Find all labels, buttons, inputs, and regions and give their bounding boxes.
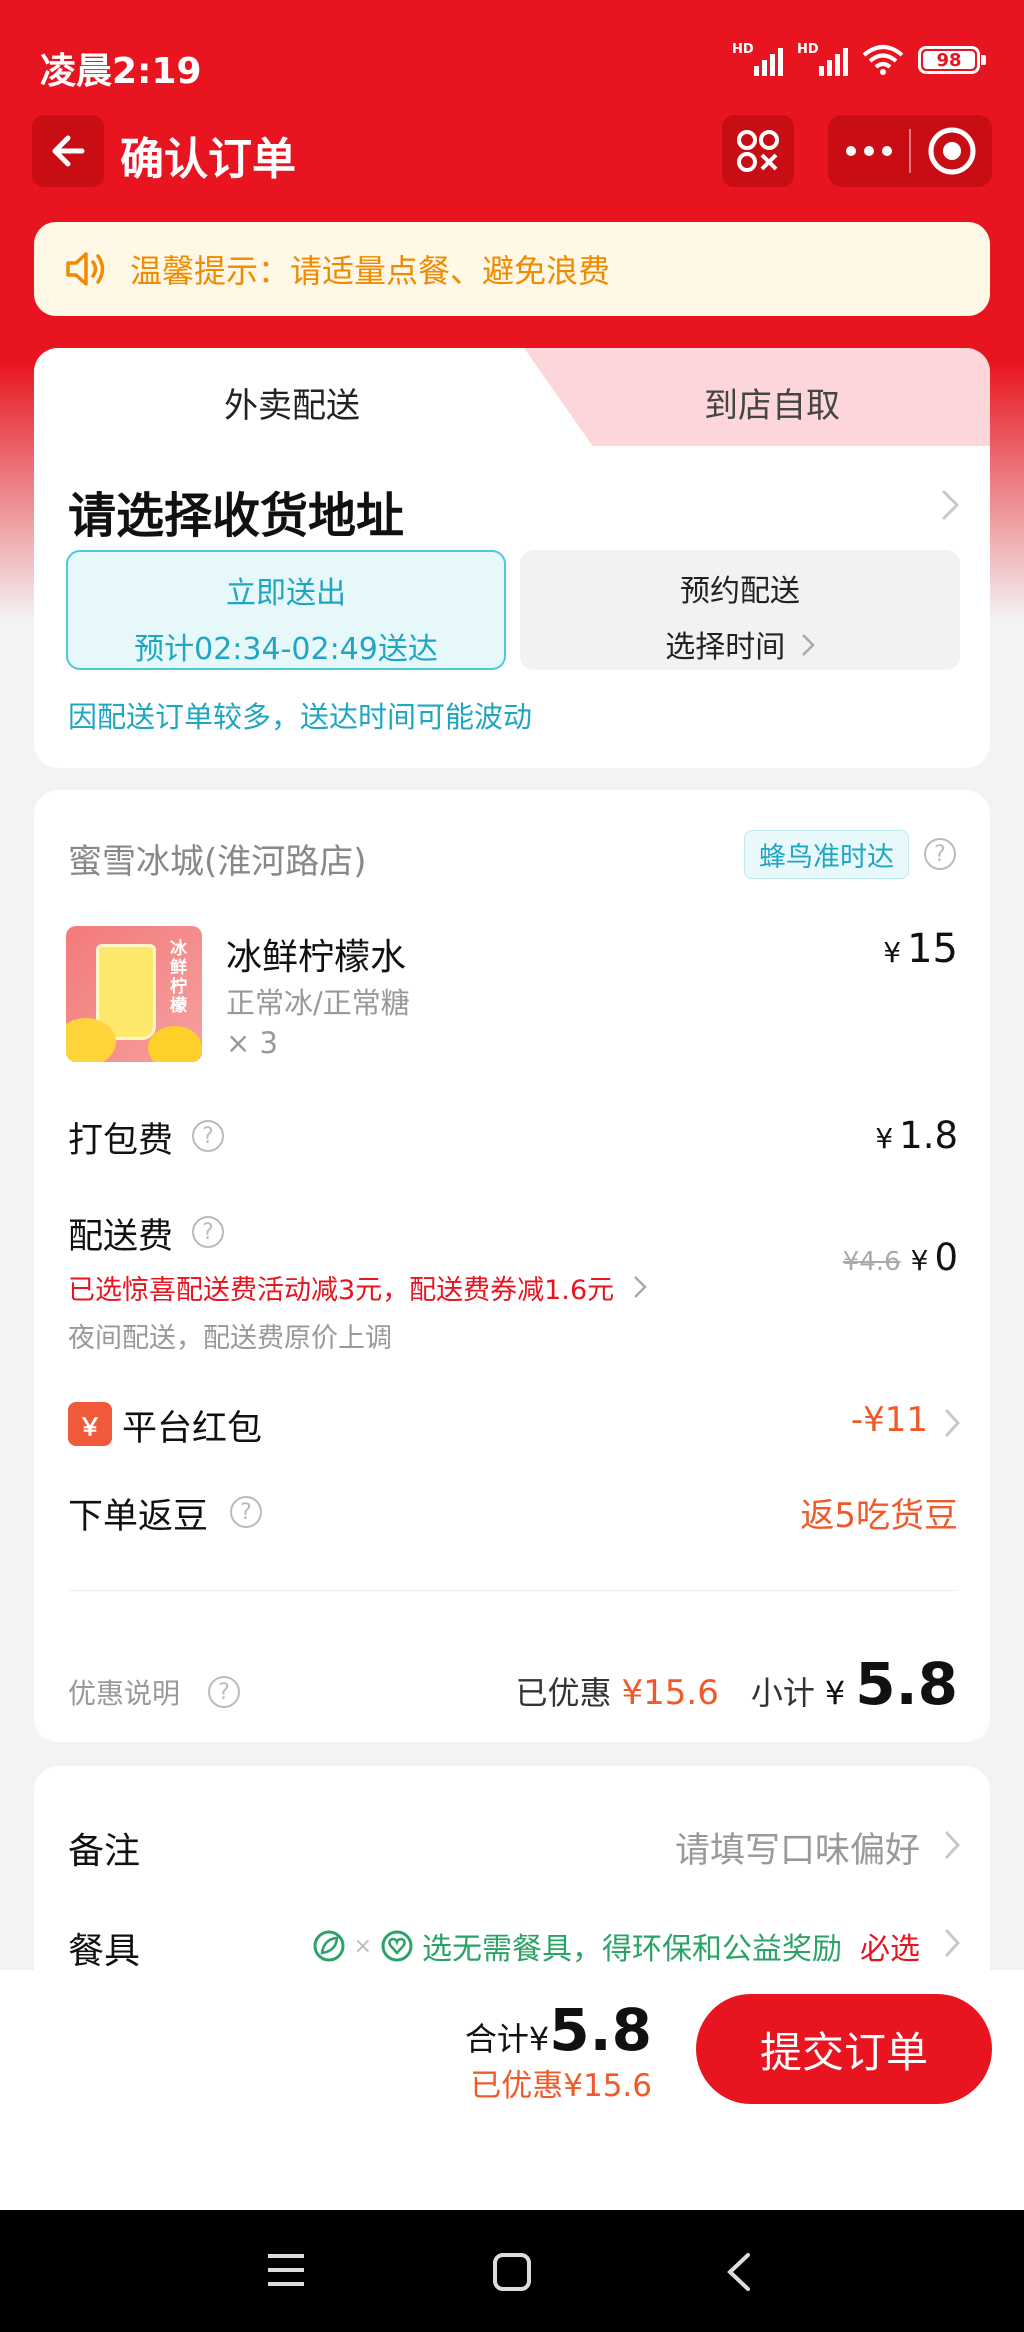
subtotal-label: 小计 (750, 1674, 815, 1712)
beans-value: 返5吃货豆 (800, 1496, 958, 1536)
wifi-icon (862, 45, 904, 75)
nav-bar: 确认订单 (0, 115, 1024, 195)
tableware-label: 餐具 (68, 1931, 141, 1972)
help-icon[interactable]: ? (208, 1676, 240, 1708)
red-packet-icon: ￥ (68, 1402, 112, 1446)
packing-fee-label: 打包费 (68, 1121, 174, 1161)
shipping-fee-value: ¥4.6 ¥0 (842, 1236, 958, 1279)
delivery-delay-note: 因配送订单较多，送达时间可能波动 (68, 700, 533, 734)
schedule-title: 预约配送 (680, 574, 800, 609)
product-name: 冰鲜柠檬水 (226, 937, 407, 978)
arrow-left-icon (52, 135, 85, 167)
battery-icon: 98 (918, 46, 986, 74)
submit-order-button[interactable]: 提交订单 (696, 1994, 992, 2104)
notice-text: 温馨提示：请适量点餐、避免浪费 (130, 252, 611, 290)
product-quantity: × 3 (226, 1026, 278, 1060)
help-icon[interactable]: ? (230, 1496, 262, 1528)
back-button[interactable] (32, 115, 104, 187)
status-time: 凌晨2:19 (40, 51, 202, 92)
shipping-promo[interactable]: 已选惊喜配送费活动减3元，配送费券减1.6元 (68, 1268, 647, 1307)
close-mini-program-button[interactable] (911, 126, 992, 176)
home-icon[interactable] (492, 2252, 532, 2292)
signal-1-icon: HD (732, 42, 783, 76)
product-image-label: 冰鲜柠檬 (170, 939, 187, 1016)
extras-card: 备注 请填写口味偏好 餐具 × 选无需餐具，得环保和公益奖励 必选 (34, 1766, 990, 1986)
deliver-now-title: 立即送出 (226, 576, 346, 611)
shipping-night-note: 夜间配送，配送费原价上调 (68, 1323, 392, 1354)
signal-2-icon: HD (797, 42, 848, 76)
divider (68, 1590, 958, 1591)
more-button[interactable] (828, 145, 909, 157)
eco-leaf-icon (313, 1930, 345, 1962)
speaker-icon (64, 249, 108, 289)
help-icon[interactable]: ? (924, 838, 956, 870)
chevron-right-icon (944, 1928, 960, 1958)
help-icon[interactable]: ? (192, 1120, 224, 1152)
page-title: 确认订单 (120, 134, 296, 185)
product-image: 冰鲜柠檬 (66, 926, 202, 1062)
tab-pickup[interactable]: 到店自取 (704, 378, 840, 427)
tableware-selector[interactable]: × 选无需餐具，得环保和公益奖励 必选 (312, 1924, 920, 1968)
delivery-tabs: 外卖配送 到店自取 (34, 348, 990, 448)
chevron-right-icon (801, 634, 815, 656)
beans-label: 下单返豆 (68, 1497, 209, 1537)
back-nav-icon[interactable] (724, 2252, 752, 2292)
total-discount: 已优惠¥15.6 (470, 2068, 652, 2104)
scan-code-button[interactable] (722, 115, 794, 187)
store-name: 蜜雪冰城(淮河路店) (68, 842, 367, 882)
total-label: 合计¥ (464, 2020, 550, 2058)
product-price: ¥15 (883, 926, 958, 972)
schedule-action: 选择时间 (520, 622, 960, 666)
help-icon[interactable]: ? (192, 1216, 224, 1248)
notice-banner: 温馨提示：请适量点餐、避免浪费 (34, 222, 990, 316)
mini-program-capsule (828, 115, 992, 187)
order-card: 蜜雪冰城(淮河路店) 蜂鸟准时达 ? 冰鲜柠檬 冰鲜柠檬水 正常冰/正常糖 × … (34, 790, 990, 1742)
menu-icon[interactable] (266, 2252, 306, 2288)
product-spec: 正常冰/正常糖 (226, 986, 410, 1020)
remark-label: 备注 (68, 1831, 141, 1872)
red-packet-label: 平台红包 (122, 1409, 263, 1449)
order-summary: 已优惠 ¥15.6 小计 ¥ 5.8 (515, 1650, 958, 1718)
subtotal-value: 5.8 (855, 1650, 958, 1718)
more-dots-icon (845, 146, 892, 156)
tab-delivery[interactable]: 外卖配送 (224, 378, 360, 427)
status-bar: 凌晨2:19 HD HD 98 (0, 0, 1024, 120)
qr-scan-icon (737, 130, 779, 172)
schedule-delivery-option[interactable]: 预约配送 选择时间 (520, 550, 960, 670)
total-line: 合计¥ 5.8 (465, 1996, 652, 2064)
shipping-fee-label: 配送费 (68, 1217, 174, 1257)
discount-info-link[interactable]: 优惠说明 (68, 1672, 180, 1712)
packing-fee-value: ¥1.8 (875, 1114, 958, 1157)
remark-input[interactable]: 请填写口味偏好 (675, 1822, 920, 1873)
status-icons: HD HD 98 (732, 42, 986, 76)
checkout-bar: 合计¥ 5.8 已优惠¥15.6 提交订单 (0, 1970, 1024, 2210)
system-nav-bar (0, 2210, 1024, 2332)
chevron-right-icon (941, 489, 960, 521)
shipping-original-price: ¥4.6 (842, 1247, 901, 1277)
tableware-tip: 选无需餐具，得环保和公益奖励 (422, 1932, 842, 1967)
discount-label: 已优惠 (515, 1674, 612, 1712)
chevron-right-icon (944, 1830, 960, 1860)
target-close-icon (928, 127, 975, 175)
ontime-badge: 蜂鸟准时达 (744, 830, 909, 879)
chevron-right-icon (633, 1276, 647, 1298)
discount-value: ¥15.6 (621, 1673, 719, 1713)
chevron-right-icon (944, 1408, 960, 1438)
deliver-now-option[interactable]: 立即送出 预计02:34-02:49送达 (66, 550, 506, 670)
deliver-now-eta: 预计02:34-02:49送达 (134, 632, 438, 667)
delivery-card: 外卖配送 到店自取 请选择收货地址 立即送出 预计02:34-02:49送达 预… (34, 348, 990, 768)
total-value: 5.8 (549, 1996, 652, 2064)
tableware-required: 必选 (860, 1932, 920, 1967)
address-selector[interactable]: 请选择收货地址 (68, 476, 404, 546)
red-packet-value[interactable]: -¥11 (851, 1400, 928, 1440)
charity-heart-icon (381, 1930, 413, 1962)
